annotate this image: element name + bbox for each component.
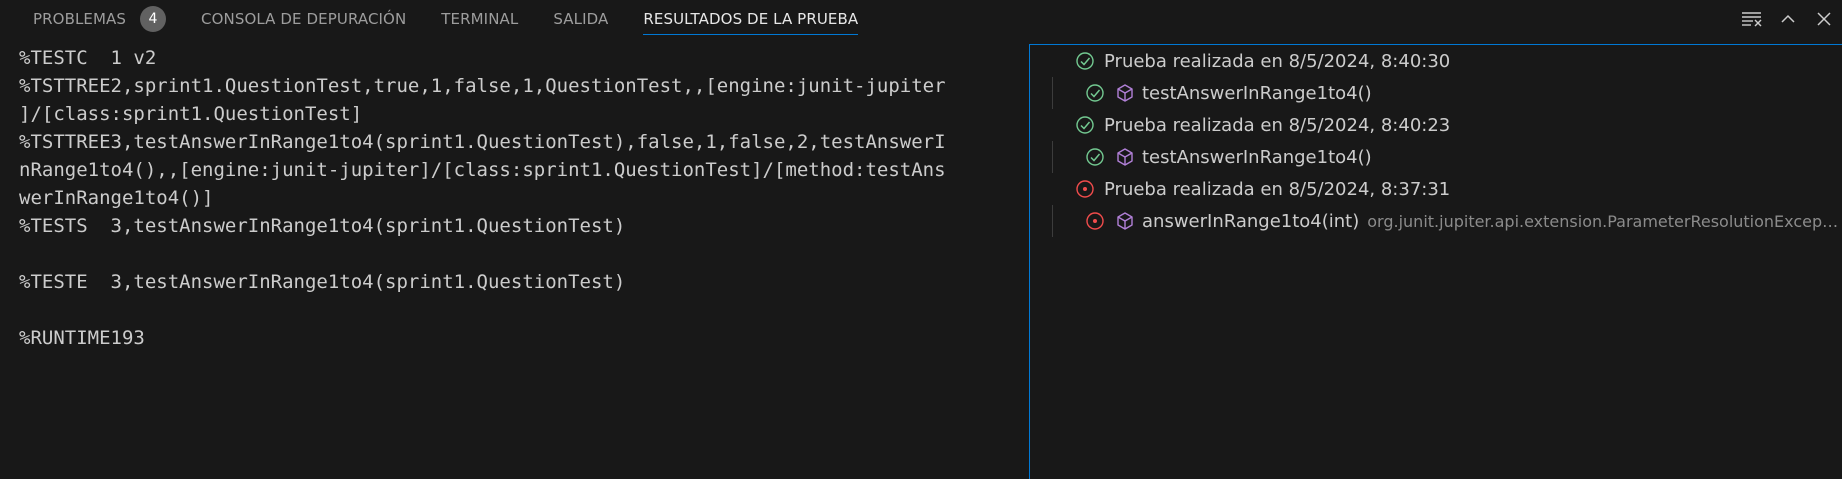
tab-debug-console[interactable]: CONSOLA DE DEPURACIÓN xyxy=(201,0,406,38)
result-label: testAnswerInRange1to4() xyxy=(1142,82,1372,104)
panel-tab-bar: PROBLEMAS 4 CONSOLA DE DEPURACIÓN TERMIN… xyxy=(0,0,1842,38)
test-case-item[interactable]: testAnswerInRange1to4() xyxy=(1030,77,1842,109)
tab-output[interactable]: SALIDA xyxy=(553,0,608,38)
clear-output-icon xyxy=(1742,12,1762,27)
tab-terminal[interactable]: TERMINAL xyxy=(441,0,518,38)
panel: PROBLEMAS 4 CONSOLA DE DEPURACIÓN TERMIN… xyxy=(0,0,1842,479)
test-case-item[interactable]: answerInRange1to4(int) org.junit.jupiter.… xyxy=(1030,205,1842,237)
test-run-item[interactable]: Prueba realizada en 8/5/2024, 8:40:23 xyxy=(1030,109,1842,141)
method-cube-icon xyxy=(1114,82,1136,104)
test-case-item[interactable]: testAnswerInRange1to4() xyxy=(1030,141,1842,173)
result-label: Prueba realizada en 8/5/2024, 8:40:23 xyxy=(1104,114,1451,136)
tab-problems[interactable]: PROBLEMAS 4 xyxy=(33,0,167,38)
method-cube-icon xyxy=(1114,146,1136,168)
chevron-up-icon xyxy=(1781,14,1795,23)
error-circle-icon xyxy=(1074,178,1096,200)
close-icon xyxy=(1817,12,1831,26)
panel-actions xyxy=(1734,0,1842,38)
output-line: nRange1to4(),,[engine:junit-jupiter]/[cl… xyxy=(19,159,946,181)
output-line: ]/[class:sprint1.QuestionTest] xyxy=(19,103,363,125)
method-cube-icon xyxy=(1114,210,1136,232)
pass-check-icon xyxy=(1084,146,1106,168)
problems-count-badge: 4 xyxy=(140,6,167,32)
pass-check-icon xyxy=(1084,82,1106,104)
tab-label: RESULTADOS DE LA PRUEBA xyxy=(643,10,859,28)
tab-label: PROBLEMAS xyxy=(33,10,127,28)
result-label: testAnswerInRange1to4() xyxy=(1142,146,1372,168)
indent-guide xyxy=(1052,141,1053,173)
indent-guide xyxy=(1052,205,1053,237)
tab-label: CONSOLA DE DEPURACIÓN xyxy=(201,10,407,28)
clear-output-button[interactable] xyxy=(1734,0,1770,38)
test-run-item[interactable]: Prueba realizada en 8/5/2024, 8:37:31 xyxy=(1030,173,1842,205)
tab-test-results[interactable]: RESULTADOS DE LA PRUEBA xyxy=(643,0,859,38)
output-line: %TSTTREE2,sprint1.QuestionTest,true,1,fa… xyxy=(19,75,946,97)
result-description: org.junit.jupiter.api.extension.Paramete… xyxy=(1367,211,1842,231)
pass-check-icon xyxy=(1074,114,1096,136)
result-label: Prueba realizada en 8/5/2024, 8:40:30 xyxy=(1104,50,1451,72)
test-run-item[interactable]: Prueba realizada en 8/5/2024, 8:40:30 xyxy=(1030,45,1842,77)
result-label: Prueba realizada en 8/5/2024, 8:37:31 xyxy=(1104,178,1451,200)
output-line: %TSTTREE3,testAnswerInRange1to4(sprint1.… xyxy=(19,131,946,153)
output-line: %TESTC 1 v2 xyxy=(19,47,157,69)
output-line: %RUNTIME193 xyxy=(19,327,145,349)
output-line: %TESTE 3,testAnswerInRange1to4(sprint1.Q… xyxy=(19,271,626,293)
test-results-tree: Prueba realizada en 8/5/2024, 8:40:30 tes… xyxy=(1030,45,1842,237)
tab-label: SALIDA xyxy=(553,10,609,28)
indent-guide xyxy=(1052,77,1053,109)
maximize-panel-button[interactable] xyxy=(1770,0,1806,38)
panel-tabs: PROBLEMAS 4 CONSOLA DE DEPURACIÓN TERMIN… xyxy=(0,0,893,38)
result-label: answerInRange1to4(int) xyxy=(1142,210,1360,232)
close-panel-button[interactable] xyxy=(1806,0,1842,38)
test-output-text[interactable]: %TESTC 1 v2 %TSTTREE2,sprint1.QuestionTes… xyxy=(19,44,1009,352)
output-line: %TESTS 3,testAnswerInRange1to4(sprint1.Q… xyxy=(19,215,626,237)
output-line: werInRange1to4()] xyxy=(19,187,214,209)
pass-check-icon xyxy=(1074,50,1096,72)
tab-label: TERMINAL xyxy=(441,10,519,28)
error-circle-icon xyxy=(1084,210,1106,232)
